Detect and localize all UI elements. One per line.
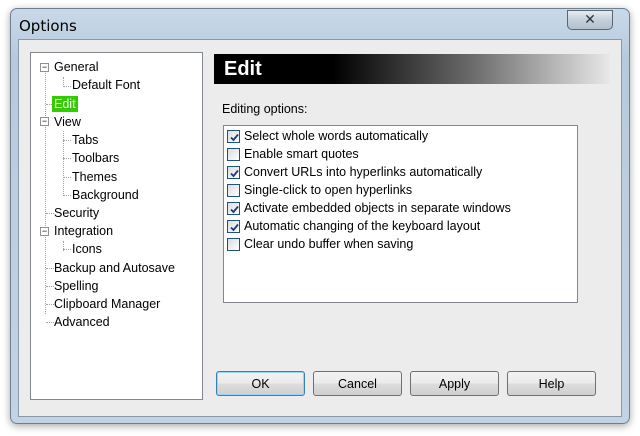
option-label: Select whole words automatically — [244, 129, 429, 143]
tree-item-view[interactable]: View — [52, 114, 83, 130]
cancel-button[interactable]: Cancel — [313, 371, 402, 396]
tree-item-edit[interactable]: Edit — [52, 96, 78, 112]
tree-item-themes[interactable]: Themes — [70, 169, 119, 185]
option-label: Automatic changing of the keyboard layou… — [244, 219, 481, 233]
tree-item-spelling[interactable]: Spelling — [52, 278, 100, 294]
close-button[interactable]: ✕ — [567, 10, 613, 30]
tree-item-tabs[interactable]: Tabs — [70, 132, 100, 148]
option-label: Single-click to open hyperlinks — [244, 183, 413, 197]
option-keyboard-layout[interactable]: Automatic changing of the keyboard layou… — [227, 217, 480, 235]
collapse-icon[interactable]: − — [40, 117, 49, 126]
tree-item-toolbars[interactable]: Toolbars — [70, 150, 121, 166]
apply-button[interactable]: Apply — [410, 371, 499, 396]
tree-item-default-font[interactable]: Default Font — [70, 77, 142, 93]
close-icon: ✕ — [584, 12, 596, 28]
option-clear-undo-buffer[interactable]: Clear undo buffer when saving — [227, 235, 413, 253]
tree-item-background[interactable]: Background — [70, 187, 141, 203]
option-label: Activate embedded objects in separate wi… — [244, 201, 511, 215]
dialog-client-area: − − − General Default Font Edit View Tab… — [18, 39, 622, 417]
option-smart-quotes[interactable]: Enable smart quotes — [227, 145, 359, 163]
tree-item-security[interactable]: Security — [52, 205, 101, 221]
editing-options-list: Select whole words automatically Enable … — [223, 125, 578, 303]
editing-options-label: Editing options: — [222, 102, 308, 116]
checkbox-checked[interactable] — [227, 165, 240, 179]
tree-item-general[interactable]: General — [52, 59, 100, 75]
option-label: Convert URLs into hyperlinks automatical… — [244, 165, 483, 179]
option-label: Enable smart quotes — [244, 147, 359, 161]
window-title: Options — [19, 17, 77, 35]
checkbox-unchecked[interactable] — [227, 183, 240, 197]
option-label: Clear undo buffer when saving — [244, 237, 414, 251]
collapse-icon[interactable]: − — [40, 227, 49, 236]
help-button[interactable]: Help — [507, 371, 596, 396]
tree-item-integration[interactable]: Integration — [52, 223, 115, 239]
options-tree[interactable]: − − − General Default Font Edit View Tab… — [30, 52, 203, 400]
option-convert-urls[interactable]: Convert URLs into hyperlinks automatical… — [227, 163, 482, 181]
page-title: Edit — [214, 54, 610, 84]
tree-item-clipboard-manager[interactable]: Clipboard Manager — [52, 296, 162, 312]
tree-item-icons[interactable]: Icons — [70, 241, 104, 257]
checkbox-checked[interactable] — [227, 129, 240, 143]
tree-item-advanced[interactable]: Advanced — [52, 314, 112, 330]
option-select-whole-words[interactable]: Select whole words automatically — [227, 127, 428, 145]
collapse-icon[interactable]: − — [40, 63, 49, 72]
option-activate-embedded-objects[interactable]: Activate embedded objects in separate wi… — [227, 199, 511, 217]
option-single-click-hyperlinks[interactable]: Single-click to open hyperlinks — [227, 181, 412, 199]
options-dialog: Options ✕ − − − General Default Font Edi… — [10, 8, 630, 424]
checkbox-checked[interactable] — [227, 219, 240, 233]
tree-item-backup-and-autosave[interactable]: Backup and Autosave — [52, 260, 177, 276]
ok-button[interactable]: OK — [216, 371, 305, 396]
checkbox-unchecked[interactable] — [227, 147, 240, 161]
checkbox-unchecked[interactable] — [227, 237, 240, 251]
checkbox-checked[interactable] — [227, 201, 240, 215]
